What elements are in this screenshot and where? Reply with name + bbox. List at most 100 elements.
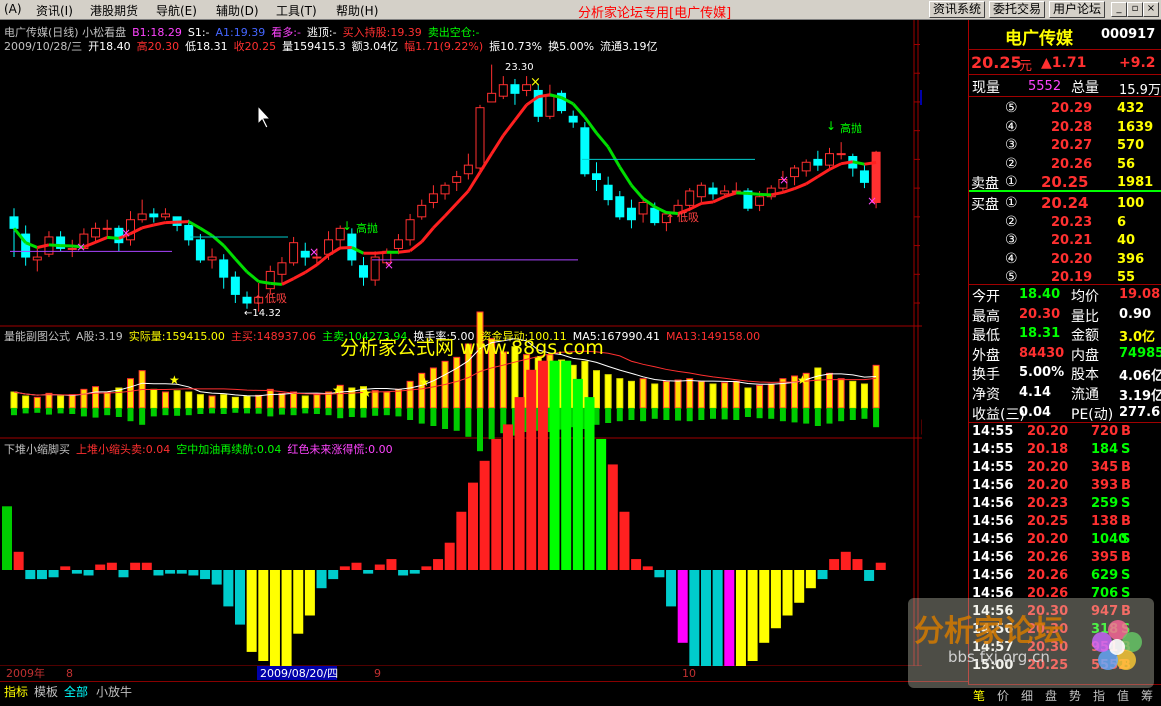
- volume-sell-bar: [197, 408, 204, 414]
- tick-volume: 393: [1091, 478, 1119, 493]
- menu-item-info[interactable]: 资讯(I): [36, 2, 73, 19]
- menu-item-a[interactable]: (A): [4, 2, 22, 16]
- indicator-bar: [537, 360, 548, 570]
- indicator-bar: [689, 570, 700, 671]
- quote-tab-3[interactable]: 盘: [1045, 687, 1057, 704]
- stat-label: 换手: [972, 367, 1000, 384]
- volume-bar: [57, 395, 65, 409]
- candle-body: [510, 84, 520, 94]
- close-icon[interactable]: ×: [1143, 2, 1159, 17]
- menu-item-tools[interactable]: 工具(T): [276, 2, 317, 19]
- indicator-bar: [223, 570, 234, 607]
- volume-sell-bar: [465, 408, 472, 437]
- ohlc-field-6: 额3.04亿: [351, 40, 399, 53]
- volume-sell-bar: [255, 408, 262, 414]
- volume-bar: [860, 383, 868, 409]
- volume-bar: [429, 367, 437, 409]
- quote-tab-0[interactable]: 笔: [973, 687, 985, 704]
- bid-price: 20.21: [1051, 233, 1093, 249]
- ask-level: ⑤: [1005, 100, 1018, 116]
- volume-sell-bar: [418, 408, 425, 424]
- indicator-bar: [666, 570, 677, 607]
- volume-bar: [150, 388, 158, 409]
- menu-item-navigate[interactable]: 导航(E): [156, 2, 197, 19]
- tick-volume: 395: [1091, 550, 1119, 565]
- quote-tab-7[interactable]: 筹: [1141, 687, 1153, 704]
- quote-tab-6[interactable]: 值: [1117, 687, 1129, 704]
- indicator-bar: [130, 562, 141, 570]
- ask-price: 20.26: [1051, 156, 1093, 172]
- quote-tab-1[interactable]: 价: [997, 687, 1009, 704]
- candle-body: [498, 84, 508, 97]
- site-watermark-title: 分析家论坛: [914, 614, 1064, 649]
- forum-button[interactable]: 用户论坛: [1049, 1, 1106, 18]
- volume-bar: [394, 388, 402, 409]
- volume-sell-bar: [232, 408, 239, 413]
- chart-area[interactable]: 24.0023.0022.0021.0020.0019.0018.0017.00…: [0, 20, 922, 680]
- bid-volume: 40: [1117, 233, 1136, 249]
- indicator-bar: [619, 511, 630, 570]
- volume-sell-bar: [733, 408, 740, 420]
- indicator-bar: [642, 566, 653, 570]
- candle-body: [417, 204, 427, 218]
- tab-template[interactable]: 模板: [34, 683, 58, 700]
- tick-volume: 259: [1091, 496, 1119, 511]
- stat-value: 0.90: [1119, 306, 1152, 322]
- buy-arrow-icon: ↑: [665, 212, 675, 226]
- candle-body: [825, 153, 834, 166]
- indicator-bar: [712, 570, 723, 680]
- quote-tab-2[interactable]: 细: [1021, 687, 1033, 704]
- info-system-button[interactable]: 资讯系统: [929, 1, 986, 18]
- candle-body: [91, 227, 101, 238]
- candle-body: [242, 296, 252, 304]
- indicator-bar: [491, 438, 502, 570]
- volume-sell-bar: [302, 408, 309, 414]
- indicator-bar: [514, 397, 525, 570]
- candle-body: [685, 190, 695, 206]
- bid-level: ③: [1005, 232, 1018, 249]
- ohlc-field-2: 高20.30: [136, 40, 180, 53]
- volume-sell-bar: [278, 408, 285, 415]
- volume-sell-bar: [290, 408, 297, 416]
- quote-tab-5[interactable]: 指: [1093, 687, 1105, 704]
- indicator-bar: [817, 570, 828, 580]
- volume-sell-bar: [849, 408, 856, 420]
- volume-bar: [872, 364, 880, 409]
- indicator-bar: [549, 360, 560, 570]
- menu-item-help[interactable]: 帮助(H): [336, 2, 378, 19]
- tab-indicator[interactable]: 指标: [4, 683, 28, 700]
- candle-body: [32, 256, 42, 261]
- candle-body: [615, 196, 625, 218]
- volume-bar: [115, 387, 123, 409]
- volume-sell-bar: [22, 408, 29, 414]
- menu-item-hk-futures[interactable]: 港股期货: [90, 2, 138, 19]
- tab-xiaofangniu[interactable]: 小放牛: [96, 683, 132, 700]
- volume-sell-bar: [488, 408, 495, 440]
- volume-sell-bar: [220, 408, 227, 414]
- indicator-bar: [421, 566, 432, 570]
- indicator-bar: [794, 570, 805, 603]
- volume-bar: [22, 395, 30, 409]
- tab-all[interactable]: 全部: [64, 683, 88, 700]
- menu-item-assist[interactable]: 辅助(D): [216, 2, 259, 19]
- signal-mark-icon: ×: [121, 226, 131, 240]
- ma-line-segment: [701, 200, 714, 205]
- tick-direction: S: [1121, 442, 1131, 457]
- volume-sell-bar: [92, 408, 99, 418]
- trade-button[interactable]: 委托交易: [989, 1, 1046, 18]
- candle-body: [359, 265, 368, 278]
- stat-label: 今开: [972, 289, 1000, 305]
- volume-sell-bar: [372, 408, 379, 416]
- ohlc-field-0: 2009/10/28/三: [4, 40, 83, 53]
- volume-bar: [721, 382, 729, 409]
- volume-bar: [33, 396, 41, 409]
- quote-tab-4[interactable]: 势: [1069, 687, 1081, 704]
- main-header-line2: 2009/10/28/三 开18.40 高20.30 低18.31 收20.25 量159…: [4, 38, 664, 54]
- volume-bar: [255, 394, 263, 409]
- volume-sell-bar: [11, 408, 17, 416]
- star-icon: ★: [797, 373, 808, 387]
- restore-icon[interactable]: ▫: [1127, 2, 1143, 17]
- stat-label: 最高: [972, 308, 1000, 325]
- minimize-icon[interactable]: _: [1111, 2, 1127, 17]
- stat-label: 内盘: [1071, 347, 1099, 364]
